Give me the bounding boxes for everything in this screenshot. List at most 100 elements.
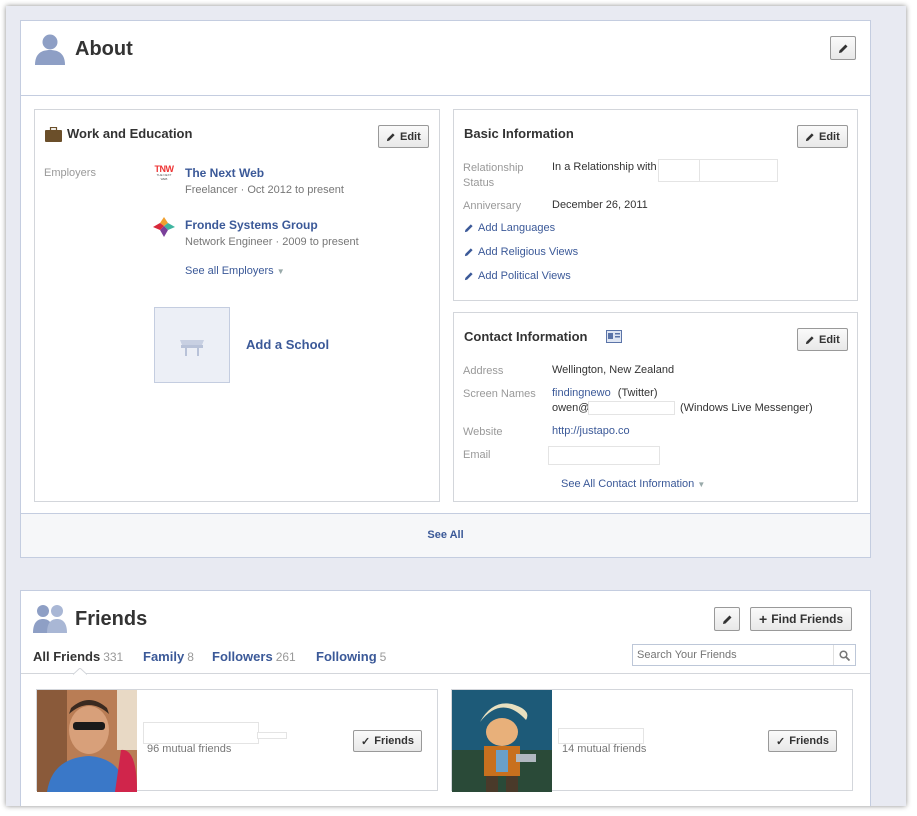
contact-info-section: Contact Information Edit Address Welling… bbox=[453, 312, 858, 502]
friend-card: 96 mutual friends ✓ Friends bbox=[36, 689, 438, 792]
school-placeholder-image[interactable] bbox=[154, 307, 230, 383]
page-frame: About Work and Education Edit Employers … bbox=[6, 6, 906, 806]
employer-name-link[interactable]: The Next Web bbox=[185, 166, 264, 180]
redacted-messenger bbox=[588, 401, 675, 415]
tnw-logo-text: TNW bbox=[154, 164, 175, 174]
add-languages-label: Add Languages bbox=[478, 222, 556, 234]
add-religious-views-link[interactable]: Add Religious Views bbox=[464, 246, 578, 258]
employer-name-link[interactable]: Fronde Systems Group bbox=[185, 218, 318, 232]
mutual-friends-text: 96 mutual friends bbox=[147, 743, 232, 755]
plus-icon: + bbox=[759, 611, 768, 627]
check-icon: ✓ bbox=[776, 735, 786, 748]
chevron-down-icon: ▼ bbox=[697, 480, 706, 489]
about-header: About bbox=[21, 21, 870, 96]
twitter-screen-name: findingnewo (Twitter) bbox=[552, 387, 658, 399]
friends-button-label: Friends bbox=[374, 735, 414, 747]
tab-count: 261 bbox=[275, 650, 296, 664]
briefcase-icon bbox=[45, 127, 62, 142]
friends-status-button[interactable]: ✓ Friends bbox=[353, 730, 422, 752]
add-political-views-link[interactable]: Add Political Views bbox=[464, 270, 571, 282]
tab-following[interactable]: Following 5 bbox=[316, 649, 386, 664]
friends-edit-button[interactable] bbox=[714, 607, 740, 631]
friend-photo[interactable] bbox=[37, 690, 137, 792]
redacted-email bbox=[548, 446, 660, 465]
pencil-icon bbox=[464, 224, 473, 233]
friends-status-button[interactable]: ✓ Friends bbox=[768, 730, 837, 752]
friend-photo[interactable] bbox=[452, 690, 552, 792]
search-friends-input[interactable] bbox=[633, 645, 831, 665]
see-all-employers-label: See all Employers bbox=[185, 265, 274, 277]
address-value: Wellington, New Zealand bbox=[552, 364, 675, 376]
see-all-contact-label: See All Contact Information bbox=[561, 478, 695, 490]
chevron-down-icon: ▼ bbox=[276, 267, 285, 276]
add-religious-views-label: Add Religious Views bbox=[478, 246, 579, 258]
messenger-service: (Windows Live Messenger) bbox=[680, 402, 813, 414]
add-political-views-label: Add Political Views bbox=[478, 270, 571, 282]
basic-info-title: Basic Information bbox=[464, 126, 574, 141]
relationship-label: Relationship Status bbox=[463, 162, 524, 189]
tab-count: 331 bbox=[103, 650, 124, 664]
tnw-logo-sub: THE NEXT WEB bbox=[156, 173, 172, 181]
employers-label: Employers bbox=[44, 167, 96, 179]
address-label: Address bbox=[463, 365, 504, 377]
pencil-icon bbox=[722, 615, 731, 624]
edit-label: Edit bbox=[819, 130, 840, 143]
fronde-logo-icon bbox=[153, 217, 175, 237]
about-edit-button[interactable] bbox=[830, 36, 856, 60]
work-education-section: Work and Education Edit Employers TNW TH… bbox=[34, 109, 440, 502]
edit-label: Edit bbox=[400, 130, 421, 143]
work-edit-button[interactable]: Edit bbox=[378, 125, 429, 148]
about-title: About bbox=[75, 38, 133, 60]
contact-edit-button[interactable]: Edit bbox=[797, 328, 848, 351]
school-icon bbox=[180, 340, 204, 356]
basic-info-section: Basic Information Edit Relationship Stat… bbox=[453, 109, 858, 301]
friends-card: Friends + Find Friends All Friends 331 Fa… bbox=[20, 590, 871, 806]
redacted-friend-name bbox=[558, 728, 644, 744]
search-icon bbox=[839, 649, 850, 661]
anniversary-label: Anniversary bbox=[463, 200, 522, 212]
add-school-link[interactable]: Add a School bbox=[246, 337, 329, 352]
redacted-friend-name bbox=[143, 722, 259, 744]
tab-family[interactable]: Family 8 bbox=[143, 649, 194, 664]
mutual-friends-text: 14 mutual friends bbox=[562, 743, 647, 755]
see-all-employers-link[interactable]: See all Employers ▼ bbox=[185, 265, 285, 277]
contact-card-icon bbox=[606, 330, 622, 343]
search-button[interactable] bbox=[833, 645, 855, 665]
friends-title: Friends bbox=[75, 608, 148, 630]
pencil-icon bbox=[805, 335, 814, 344]
about-card: About Work and Education Edit Employers … bbox=[20, 20, 871, 558]
check-icon: ✓ bbox=[361, 735, 371, 748]
website-label: Website bbox=[463, 426, 503, 438]
friend-card: 14 mutual friends ✓ Friends bbox=[451, 689, 853, 792]
pencil-icon bbox=[386, 132, 395, 141]
find-friends-button[interactable]: + Find Friends bbox=[750, 607, 853, 631]
see-all-contact-link[interactable]: See All Contact Information ▼ bbox=[561, 478, 705, 490]
friends-icon bbox=[33, 605, 67, 633]
add-languages-link[interactable]: Add Languages bbox=[464, 222, 555, 234]
tab-label: Family bbox=[143, 649, 185, 664]
pencil-icon bbox=[464, 272, 473, 281]
tab-count: 8 bbox=[187, 650, 194, 664]
twitter-service: (Twitter) bbox=[617, 387, 658, 399]
contact-info-title: Contact Information bbox=[464, 329, 588, 344]
tab-followers[interactable]: Followers 261 bbox=[212, 649, 296, 664]
pencil-icon bbox=[464, 248, 473, 257]
redacted-partner-name bbox=[658, 159, 778, 182]
relationship-value: In a Relationship with bbox=[552, 161, 657, 173]
tab-all-friends[interactable]: All Friends 331 bbox=[33, 649, 123, 664]
employer-detail: Freelancer · Oct 2012 to present bbox=[185, 184, 344, 196]
email-label: Email bbox=[463, 449, 491, 461]
basic-edit-button[interactable]: Edit bbox=[797, 125, 848, 148]
messenger-handle: owen@ bbox=[552, 402, 590, 414]
tab-count: 5 bbox=[379, 650, 387, 664]
tab-label: Followers bbox=[212, 649, 273, 664]
see-all-link[interactable]: See All bbox=[21, 529, 870, 541]
website-link[interactable]: http://justapo.co bbox=[552, 425, 630, 437]
find-friends-label: Find Friends bbox=[771, 612, 844, 626]
employer-detail: Network Engineer · 2009 to present bbox=[185, 236, 359, 248]
screen-names-label: Screen Names bbox=[463, 388, 536, 400]
tab-label: All Friends bbox=[33, 649, 101, 664]
twitter-handle-link[interactable]: findingnewo bbox=[552, 387, 611, 399]
anniversary-value: December 26, 2011 bbox=[552, 199, 648, 211]
about-footer: See All bbox=[21, 513, 870, 557]
